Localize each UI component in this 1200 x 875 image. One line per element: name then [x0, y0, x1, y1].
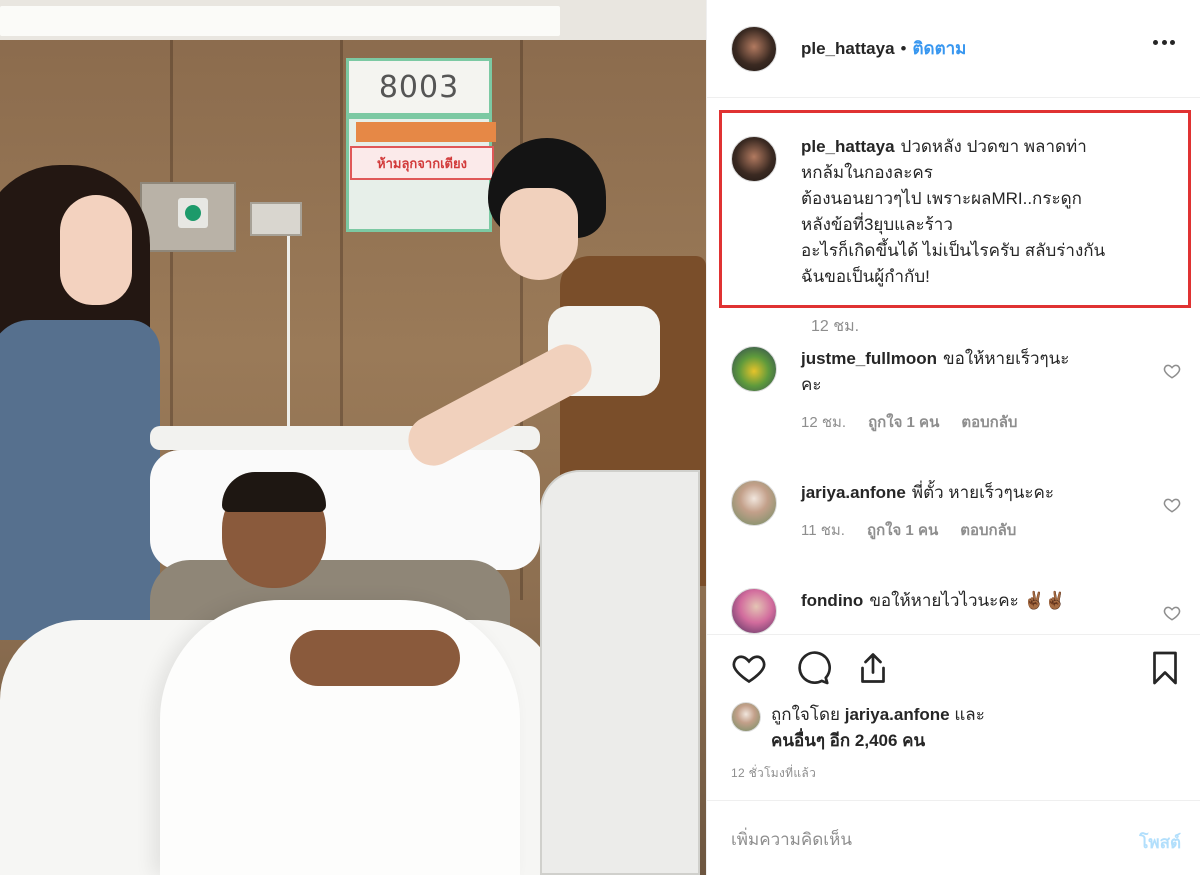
- commenter-username[interactable]: jariya.anfone: [801, 483, 906, 502]
- comment-text: พี่ตั้ว หายเร็วๆนะคะ: [911, 483, 1054, 502]
- pillow: [150, 450, 540, 570]
- oxygen-outlet: [178, 198, 208, 228]
- comment-item: fondino ขอให้หายไวไวนะคะ ✌🏾✌🏾: [731, 588, 1181, 634]
- caption-timestamp[interactable]: 12 ชม.: [811, 314, 859, 339]
- warning-sign: ห้ามลุกจากเตียง: [350, 146, 494, 180]
- share-icon[interactable]: [855, 650, 891, 686]
- commenter-avatar[interactable]: [731, 588, 777, 634]
- more-options-icon[interactable]: [1153, 40, 1175, 46]
- likes-text: ถูกใจโดย jariya.anfone และ คนอื่นๆ อีก 2…: [771, 702, 1091, 754]
- caption-author-avatar[interactable]: [731, 136, 777, 182]
- likes-and: และ: [954, 705, 985, 724]
- commenter-avatar[interactable]: [731, 480, 777, 526]
- like-comment-heart-icon[interactable]: [1163, 604, 1181, 622]
- caption-line: ple_hattaya ปวดหลัง ปวดขา พลาดท่า: [801, 134, 1161, 160]
- likes-prefix: ถูกใจโดย: [771, 705, 840, 724]
- caption-line: อะไรก็เกิดขึ้นได้ ไม่เป็นไรครับ สลับร่าง…: [801, 241, 1106, 260]
- post-caption: ple_hattaya ปวดหลัง ปวดขา พลาดท่า หกล้มใน…: [731, 134, 1161, 290]
- caption-line: หลังข้อที่3ยุบและร้าว: [801, 215, 953, 234]
- post-action-bar: [731, 650, 1181, 690]
- comment-text-line: justme_fullmoon ขอให้หายเร็วๆนะ: [801, 346, 1137, 372]
- add-comment-section: โพสต์: [707, 800, 1200, 875]
- comment-item: justme_fullmoon ขอให้หายเร็วๆนะ คะ 12 ชม.…: [731, 346, 1181, 436]
- comment-bubble-icon[interactable]: [795, 650, 831, 686]
- comment-body: jariya.anfone พี่ตั้ว หายเร็วๆนะคะ 11 ชม.…: [801, 480, 1137, 544]
- caption-text: ple_hattaya ปวดหลัง ปวดขา พลาดท่า หกล้มใน…: [801, 134, 1161, 290]
- post-photo[interactable]: 8003 ห้ามลุกจากเตียง: [0, 0, 706, 875]
- comment-meta: 11 ชม. ถูกใจ 1 คน ตอบกลับ: [801, 518, 1137, 544]
- man-face: [500, 188, 578, 280]
- comment-text: ขอให้หายเร็วๆนะ: [943, 349, 1070, 368]
- comment-body: justme_fullmoon ขอให้หายเร็วๆนะ คะ 12 ชม.…: [801, 346, 1137, 436]
- more-dot: [1170, 40, 1175, 45]
- like-heart-icon[interactable]: [731, 650, 767, 686]
- like-comment-heart-icon[interactable]: [1163, 496, 1181, 514]
- comment-meta: 12 ชม. ถูกใจ 1 คน ตอบกลับ: [801, 410, 1137, 436]
- sign-orange-strip: [356, 122, 496, 142]
- likes-summary: ถูกใจโดย jariya.anfone และ คนอื่นๆ อีก 2…: [731, 702, 1091, 754]
- comment-timestamp[interactable]: 11 ชม.: [801, 518, 845, 544]
- ceiling-light: [0, 6, 560, 36]
- caption-line: ฉันขอเป็นผู้กำกับ!: [801, 267, 930, 286]
- caption-line: หกล้มในกองละคร: [801, 163, 933, 182]
- comment-input[interactable]: [731, 825, 1091, 855]
- liker-avatar[interactable]: [731, 702, 761, 732]
- comment-text-line: jariya.anfone พี่ตั้ว หายเร็วๆนะคะ: [801, 480, 1137, 506]
- comment-body: fondino ขอให้หายไวไวนะคะ ✌🏾✌🏾: [801, 588, 1137, 634]
- post-timestamp[interactable]: 12 ชั่วโมงที่แล้ว: [731, 764, 816, 783]
- comments-divider: [707, 634, 1200, 635]
- commenter-username[interactable]: fondino: [801, 591, 863, 610]
- woman-face: [60, 195, 132, 305]
- commenter-avatar[interactable]: [731, 346, 777, 392]
- follow-button[interactable]: ติดตาม: [913, 35, 967, 62]
- comment-item: jariya.anfone พี่ตั้ว หายเร็วๆนะคะ 11 ชม.…: [731, 480, 1181, 544]
- post-comment-button[interactable]: โพสต์: [1139, 829, 1181, 856]
- reply-button[interactable]: ตอบกลับ: [960, 518, 1016, 544]
- more-dot: [1153, 40, 1158, 45]
- like-comment-heart-icon[interactable]: [1163, 362, 1181, 380]
- caption-line: ต้องนอนยาวๆไป เพราะผลMRI..กระดูก: [801, 189, 1082, 208]
- patient-hair: [222, 472, 326, 512]
- author-username[interactable]: ple_hattaya: [801, 39, 895, 59]
- bed-side-rail: [540, 470, 700, 875]
- room-number-sign: 8003: [346, 58, 492, 116]
- patient-hand: [290, 630, 460, 686]
- comment-text-line: fondino ขอให้หายไวไวนะคะ ✌🏾✌🏾: [801, 588, 1137, 614]
- more-dot: [1161, 40, 1167, 45]
- comment-text: ขอให้หายไวไวนะคะ ✌🏾✌🏾: [869, 591, 1066, 610]
- commenter-username[interactable]: justme_fullmoon: [801, 349, 937, 368]
- comment-like-count[interactable]: ถูกใจ 1 คน: [867, 518, 938, 544]
- post-header: ple_hattaya • ติดตาม: [707, 0, 1200, 98]
- comment-timestamp[interactable]: 12 ชม.: [801, 410, 846, 436]
- comment-like-count[interactable]: ถูกใจ 1 คน: [868, 410, 939, 436]
- reply-button[interactable]: ตอบกลับ: [961, 410, 1017, 436]
- likes-others-count[interactable]: คนอื่นๆ อีก 2,406 คน: [771, 731, 925, 750]
- woman-denim-jacket: [0, 320, 160, 640]
- power-outlet: [250, 202, 302, 236]
- liker-username[interactable]: jariya.anfone: [845, 705, 950, 724]
- header-separator: •: [900, 38, 907, 58]
- comment-text-line: คะ: [801, 375, 822, 394]
- bookmark-icon[interactable]: [1147, 650, 1183, 686]
- post-sidebar: ple_hattaya • ติดตาม ple_hattaya ปวดหลัง …: [706, 0, 1200, 875]
- author-avatar[interactable]: [731, 25, 777, 72]
- caption-line-text: ปวดหลัง ปวดขา พลาดท่า: [900, 137, 1087, 156]
- caption-username[interactable]: ple_hattaya: [801, 137, 895, 156]
